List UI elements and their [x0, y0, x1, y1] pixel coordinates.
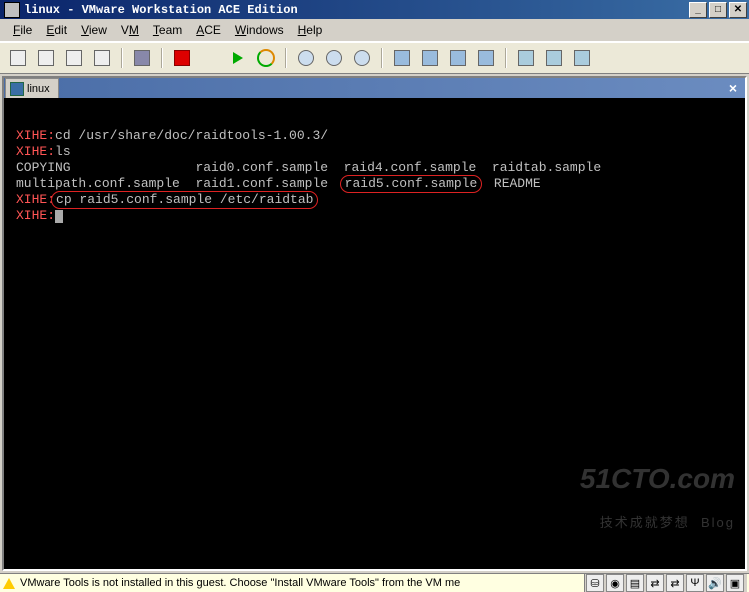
toolbar-sep [505, 48, 507, 68]
toolbar-sep [285, 48, 287, 68]
tray-sound-icon[interactable]: 🔊 [706, 574, 724, 592]
toolbar-btn-stop[interactable] [170, 46, 194, 70]
toolbar-sep [381, 48, 383, 68]
highlighted-command: cp raid5.conf.sample /etc/raidtab [51, 191, 318, 209]
menubar: File Edit View VM Team ACE Windows Help [0, 19, 749, 42]
toolbar-btn-clock2[interactable] [322, 46, 346, 70]
toolbar-btn-view3[interactable] [446, 46, 470, 70]
toolbar-btn-play[interactable] [226, 46, 250, 70]
menu-vm[interactable]: VM [114, 21, 146, 39]
toolbar-btn-pause[interactable] [198, 46, 222, 70]
toolbar-btn-p3[interactable] [570, 46, 594, 70]
terminal-viewport[interactable]: XIHE:cd /usr/share/doc/raidtools-1.00.3/… [4, 98, 745, 569]
toolbar-btn-p1[interactable] [514, 46, 538, 70]
tray-nic-icon[interactable]: ⇄ [646, 574, 664, 592]
toolbar-btn-p2[interactable] [542, 46, 566, 70]
toolbar [0, 42, 749, 74]
highlighted-file: raid5.conf.sample [340, 175, 483, 193]
cursor [55, 210, 63, 223]
toolbar-btn-view4[interactable] [474, 46, 498, 70]
menu-windows[interactable]: Windows [228, 21, 291, 39]
status-text: VMware Tools is not installed in this gu… [20, 577, 460, 589]
toolbar-sep [121, 48, 123, 68]
tab-linux[interactable]: linux [5, 78, 59, 98]
menu-help[interactable]: Help [291, 21, 330, 39]
statusbar: VMware Tools is not installed in this gu… [0, 573, 749, 592]
window-title: linux - VMware Workstation ACE Edition [24, 3, 298, 17]
menu-ace[interactable]: ACE [189, 21, 228, 39]
command: ls [55, 144, 71, 159]
tray-vm-icon[interactable]: ▣ [726, 574, 744, 592]
tab-close-button[interactable]: × [725, 80, 741, 96]
tray-floppy-icon[interactable]: ▤ [626, 574, 644, 592]
watermark-logo: 51CTO.com [580, 471, 735, 487]
menu-team[interactable]: Team [146, 21, 189, 39]
prompt: XIHE: [16, 192, 55, 207]
toolbar-btn-reset[interactable] [254, 46, 278, 70]
toolbar-btn-3[interactable] [62, 46, 86, 70]
app-icon [4, 2, 20, 18]
toolbar-btn-clock3[interactable] [350, 46, 374, 70]
toolbar-btn-4[interactable] [90, 46, 114, 70]
titlebar: linux - VMware Workstation ACE Edition _… [0, 0, 749, 19]
command: cd /usr/share/doc/raidtools-1.00.3/ [55, 128, 328, 143]
toolbar-btn-1[interactable] [6, 46, 30, 70]
tray-hdd-icon[interactable]: ⛁ [586, 574, 604, 592]
prompt: XIHE: [16, 208, 55, 223]
tray-nic2-icon[interactable]: ⇄ [666, 574, 684, 592]
close-button[interactable]: ✕ [729, 2, 747, 18]
tray-usb-icon[interactable]: Ψ [686, 574, 704, 592]
vm-icon [10, 82, 24, 96]
ls-output-row2: multipath.conf.sample raid1.conf.sample … [16, 176, 541, 191]
menu-file[interactable]: File [6, 21, 39, 39]
minimize-button[interactable]: _ [689, 2, 707, 18]
content-area: linux × XIHE:cd /usr/share/doc/raidtools… [2, 76, 747, 571]
vm-tabbar: linux × [4, 78, 745, 98]
ls-output-row1: COPYING raid0.conf.sample raid4.conf.sam… [16, 160, 601, 175]
prompt: XIHE: [16, 144, 55, 159]
toolbar-btn-2[interactable] [34, 46, 58, 70]
tray-cd-icon[interactable]: ◉ [606, 574, 624, 592]
menu-edit[interactable]: Edit [39, 21, 74, 39]
toolbar-sep [161, 48, 163, 68]
prompt: XIHE: [16, 128, 55, 143]
maximize-button[interactable]: □ [709, 2, 727, 18]
tab-label: linux [27, 83, 50, 95]
device-tray: ⛁ ◉ ▤ ⇄ ⇄ Ψ 🔊 ▣ [584, 574, 747, 592]
toolbar-btn-view1[interactable] [390, 46, 414, 70]
menu-view[interactable]: View [74, 21, 114, 39]
watermark: 51CTO.com 技术成就梦想 Blog [580, 439, 735, 563]
toolbar-btn-view2[interactable] [418, 46, 442, 70]
toolbar-btn-clock1[interactable] [294, 46, 318, 70]
warning-icon [2, 576, 16, 590]
toolbar-btn-snapshot[interactable] [130, 46, 154, 70]
watermark-tagline: 技术成就梦想 Blog [580, 515, 735, 531]
